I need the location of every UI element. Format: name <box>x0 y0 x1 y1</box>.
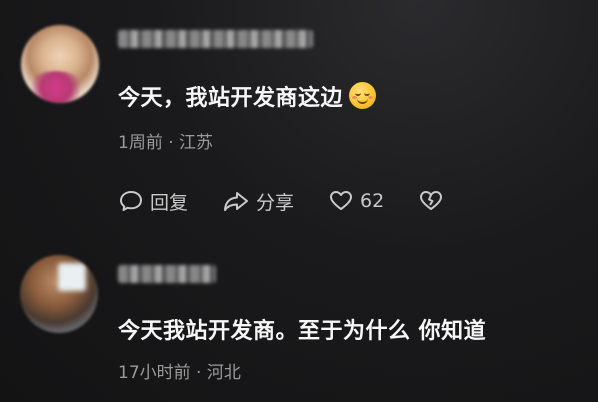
avatar[interactable] <box>20 255 98 333</box>
share-button[interactable]: 分享 <box>222 188 294 215</box>
like-count: 62 <box>360 190 385 212</box>
username-redacted[interactable] <box>118 30 313 48</box>
broken-heart-icon <box>420 191 443 210</box>
comment-actions: 回复 分享 62 <box>118 186 484 216</box>
share-arrow-icon <box>224 192 249 211</box>
username-redacted[interactable] <box>118 265 216 283</box>
comment-text: 今天，我站开发商这边 <box>118 80 377 112</box>
comment-text: 今天我站开发商。至于为什么 你知道 <box>118 319 487 344</box>
reply-label: 回复 <box>150 191 189 214</box>
like-button[interactable]: 62 <box>328 188 384 214</box>
dislike-button[interactable] <box>418 188 450 214</box>
comment-text-content: 今天，我站开发商这边 <box>118 86 344 111</box>
share-label: 分享 <box>256 191 295 214</box>
heart-icon <box>330 191 353 210</box>
comment-meta: 1周前 · 江苏 <box>118 133 214 153</box>
reply-bubble-icon <box>120 191 142 211</box>
comment-item: 今天，我站开发商这边 1周前 · 江苏 回复 分享 62 <box>0 0 598 235</box>
reply-button[interactable]: 回复 <box>118 188 188 215</box>
relieved-smile-emoji-icon <box>349 82 377 109</box>
comment-meta: 17小时前 · 河北 <box>118 363 241 383</box>
avatar[interactable] <box>21 25 99 103</box>
